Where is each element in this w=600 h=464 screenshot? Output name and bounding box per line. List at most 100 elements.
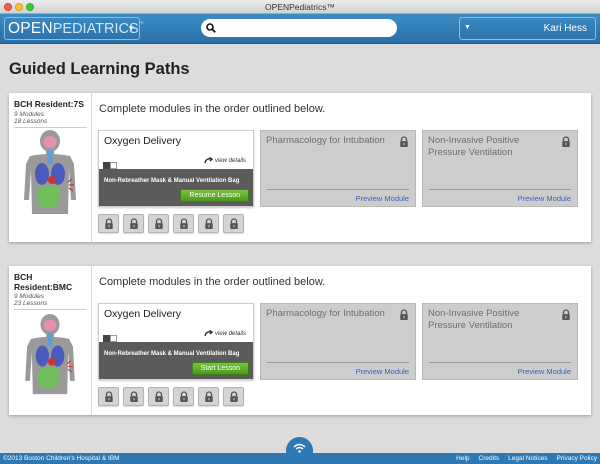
logo-pediatrics-text: PEDIATRICS	[52, 20, 139, 37]
lock-icon	[179, 391, 189, 403]
preview-module-link[interactable]: Preview Module	[356, 194, 409, 203]
locked-lesson-button[interactable]	[123, 387, 144, 406]
view-details-link[interactable]: view details	[204, 330, 246, 337]
logo-open-text: OPEN	[8, 19, 53, 37]
locked-lesson-button[interactable]	[123, 214, 144, 233]
module-title: Pharmacology for Intubation	[266, 308, 385, 319]
preview-module-link[interactable]: Preview Module	[356, 367, 409, 376]
module-card-active[interactable]: Oxygen Delivery view details Non-Rebreat…	[98, 130, 254, 207]
wifi-icon	[293, 443, 306, 453]
divider	[429, 362, 571, 363]
lock-icon	[154, 391, 164, 403]
locked-lessons-row	[98, 387, 244, 406]
search-icon	[206, 23, 216, 33]
learning-path-card: BCH Resident:BMC 9 Modules 23 Lessons Co…	[9, 266, 591, 415]
locked-lesson-button[interactable]	[173, 214, 194, 233]
caret-down-icon: ▼	[127, 24, 135, 33]
locked-lesson-button[interactable]	[198, 387, 219, 406]
lock-icon	[561, 136, 571, 148]
progress-indicator-empty	[110, 162, 117, 169]
path-instruction: Complete modules in the order outlined b…	[99, 276, 326, 288]
path-instruction: Complete modules in the order outlined b…	[99, 103, 326, 115]
locked-lessons-row	[98, 214, 244, 233]
module-card-locked[interactable]: Non-Invasive Positive Pressure Ventilati…	[422, 303, 578, 380]
lock-icon	[154, 218, 164, 230]
lessons-count: 23 Lessons	[14, 300, 48, 307]
lock-icon	[204, 391, 214, 403]
caret-down-icon: ▼	[464, 24, 471, 31]
search-bar[interactable]	[201, 19, 397, 37]
start-lesson-button[interactable]: Start Lesson	[191, 362, 249, 375]
view-details-link[interactable]: view details	[204, 157, 246, 164]
preview-module-link[interactable]: Preview Module	[518, 194, 571, 203]
lock-icon	[399, 136, 409, 148]
view-details-label: view details	[214, 330, 246, 337]
progress-indicator	[103, 335, 110, 342]
lesson-name: Non-Rebreather Mask & Manual Ventilation…	[104, 351, 240, 357]
path-summary: BCH Resident:7S 9 Modules 18 Lessons	[9, 93, 92, 242]
path-summary: BCH Resident:BMC 9 Modules 23 Lessons	[9, 266, 92, 415]
module-card-locked[interactable]: Pharmacology for Intubation Preview Modu…	[260, 303, 416, 380]
module-card-locked[interactable]: Pharmacology for Intubation Preview Modu…	[260, 130, 416, 207]
module-title: Non-Invasive Positive Pressure Ventilati…	[428, 308, 520, 331]
locked-lesson-button[interactable]	[198, 214, 219, 233]
page-title: Guided Learning Paths	[9, 60, 190, 78]
current-lesson-bar: Non-Rebreather Mask & Manual Ventilation…	[99, 342, 253, 379]
lock-icon	[229, 391, 239, 403]
window-controls	[4, 3, 34, 11]
divider	[267, 362, 409, 363]
search-input[interactable]	[220, 23, 390, 33]
resident-name: BCH Resident:7S	[14, 99, 84, 109]
lock-icon	[129, 218, 139, 230]
lessons-count: 18 Lessons	[14, 118, 48, 125]
locked-lesson-button[interactable]	[98, 214, 119, 233]
locked-lesson-button[interactable]	[223, 387, 244, 406]
module-card-active[interactable]: Oxygen Delivery view details Non-Rebreat…	[98, 303, 254, 380]
footer: ©2013 Boston Children's Hospital & IBM H…	[0, 453, 600, 464]
divider	[14, 127, 87, 128]
app-header: OPEN PEDIATRICS ™ ▼ ▼ Kari Hess	[0, 14, 600, 44]
locked-lesson-button[interactable]	[223, 214, 244, 233]
privacy-policy-link[interactable]: Privacy Policy	[557, 453, 597, 464]
lock-icon	[399, 309, 409, 321]
minimize-window-button[interactable]	[15, 3, 23, 11]
help-link[interactable]: Help	[456, 453, 469, 464]
copyright-text: ©2013 Boston Children's Hospital & IBM	[3, 455, 120, 462]
locked-lesson-button[interactable]	[148, 214, 169, 233]
learning-path-card: BCH Resident:7S 9 Modules 18 Lessons Com…	[9, 93, 591, 242]
credits-link[interactable]: Credits	[479, 453, 500, 464]
lock-icon	[104, 218, 114, 230]
lock-icon	[179, 218, 189, 230]
module-card-locked[interactable]: Non-Invasive Positive Pressure Ventilati…	[422, 130, 578, 207]
locked-lesson-button[interactable]	[173, 387, 194, 406]
divider	[429, 189, 571, 190]
module-title: Non-Invasive Positive Pressure Ventilati…	[428, 135, 520, 158]
view-details-label: view details	[214, 157, 246, 164]
close-window-button[interactable]	[4, 3, 12, 11]
window-titlebar: OPENPediatrics™	[0, 0, 600, 14]
divider	[267, 189, 409, 190]
resident-name: BCH Resident:BMC	[14, 272, 73, 292]
locked-lesson-button[interactable]	[98, 387, 119, 406]
progress-indicator-empty	[110, 335, 117, 342]
progress-indicator	[103, 162, 110, 169]
lock-icon	[229, 218, 239, 230]
current-lesson-bar: Non-Rebreather Mask & Manual Ventilation…	[99, 169, 253, 206]
user-menu[interactable]: ▼ Kari Hess	[459, 17, 596, 40]
user-name: Kari Hess	[543, 23, 587, 34]
window-title: OPENPediatrics™	[265, 2, 335, 12]
anatomy-illustration	[12, 130, 88, 218]
divider	[14, 309, 87, 310]
footer-links: Help Credits Legal Notices Privacy Polic…	[456, 453, 597, 464]
curved-arrow-icon	[204, 330, 213, 337]
lock-icon	[129, 391, 139, 403]
preview-module-link[interactable]: Preview Module	[518, 367, 571, 376]
legal-notices-link[interactable]: Legal Notices	[508, 453, 547, 464]
resume-lesson-button[interactable]: Resume Lesson	[180, 189, 249, 202]
anatomy-illustration	[12, 314, 88, 398]
logo-menu[interactable]: OPEN PEDIATRICS ™ ▼	[4, 17, 144, 40]
maximize-window-button[interactable]	[26, 3, 34, 11]
locked-lesson-button[interactable]	[148, 387, 169, 406]
module-title: Pharmacology for Intubation	[266, 135, 385, 146]
logo-trademark: ™	[138, 21, 144, 27]
